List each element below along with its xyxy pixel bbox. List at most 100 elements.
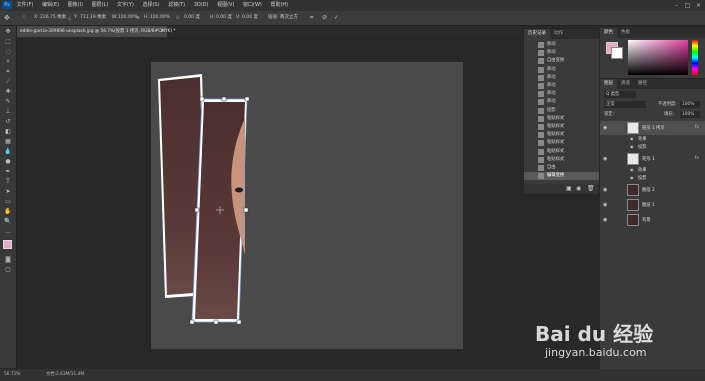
fill-field[interactable]: 100%: [680, 111, 700, 118]
color-field[interactable]: [628, 40, 688, 75]
layers-panel-tabs: 图层 通道 路径: [600, 79, 705, 89]
history-state-icon: [538, 74, 544, 81]
transform-handle-b[interactable]: [213, 319, 219, 325]
history-item-label: 移动: [547, 50, 556, 56]
history-item-label: 移动: [547, 66, 556, 72]
transform-handle-t[interactable]: [221, 96, 227, 102]
history-item-label: 编辑变换: [547, 173, 565, 179]
tab-history[interactable]: 历史记录: [524, 29, 550, 39]
new-snapshot-icon[interactable]: ◉: [576, 185, 581, 192]
visibility-eye-icon[interactable]: ◉: [603, 202, 607, 208]
layer-thumbnail: [627, 214, 639, 226]
history-item[interactable]: 粘贴样式: [524, 131, 599, 139]
transform-handle-tl[interactable]: [199, 96, 205, 102]
layer-row[interactable]: ◉ 图层 2: [600, 183, 705, 197]
layer-row[interactable]: ◉ 背景: [600, 213, 705, 227]
history-item[interactable]: 粘贴样式: [524, 148, 599, 156]
color-panel: 颜色 色板: [600, 28, 705, 78]
history-item[interactable]: 移动: [524, 49, 599, 57]
history-item[interactable]: 移动: [524, 82, 599, 90]
transform-handle-l[interactable]: [194, 207, 200, 213]
opacity-field[interactable]: 100%: [680, 101, 700, 108]
document-size-info[interactable]: 文档:2.63M/11.4M: [46, 369, 84, 381]
hue-slider[interactable]: [692, 40, 698, 75]
layer-effect-row[interactable]: ◉ 投影: [600, 144, 705, 151]
layer-effect-row[interactable]: ◉ 投影: [600, 175, 705, 182]
history-item[interactable]: 自由变换: [524, 57, 599, 65]
history-item-label: 自由: [547, 165, 556, 170]
history-item[interactable]: 移动: [524, 66, 599, 74]
transform-handle-r[interactable]: [243, 207, 249, 213]
tab-color[interactable]: 颜色: [600, 28, 617, 38]
layer-name: 矩形 1 拷贝: [642, 126, 665, 131]
history-item-label: 移动: [547, 83, 556, 88]
history-item[interactable]: 粘贴样式: [524, 156, 599, 164]
history-item[interactable]: 粘贴样式: [524, 123, 599, 131]
lock-label: 锁定:: [604, 112, 615, 117]
opacity-label: 不透明度:: [658, 102, 677, 107]
history-item[interactable]: 粘贴样式: [524, 115, 599, 123]
layer-fx-icon[interactable]: fx: [695, 125, 699, 130]
visibility-eye-icon[interactable]: ◉: [603, 125, 607, 131]
history-item[interactable]: 移动: [524, 74, 599, 82]
layer-row[interactable]: ◉ 图层 1: [600, 198, 705, 212]
transform-handle-tr[interactable]: [244, 96, 250, 102]
transform-handle-bl[interactable]: [189, 319, 195, 325]
history-item[interactable]: 移动: [524, 90, 599, 98]
effect-eye-icon[interactable]: ◉: [630, 144, 634, 149]
history-item[interactable]: 投影: [524, 107, 599, 115]
history-state-icon: [538, 115, 544, 122]
tab-layers[interactable]: 图层: [600, 79, 617, 89]
visibility-eye-icon[interactable]: ◉: [603, 156, 607, 162]
delete-state-icon[interactable]: 🗑: [587, 185, 595, 192]
history-state-icon: [538, 132, 544, 139]
effect-eye-icon[interactable]: ◉: [630, 136, 634, 141]
history-state-icon: [538, 173, 544, 180]
layer-fx-icon[interactable]: fx: [695, 156, 699, 161]
tab-swatches[interactable]: 色板: [617, 28, 634, 38]
layer-thumbnail: [627, 122, 639, 134]
history-item[interactable]: 编辑变换: [524, 172, 599, 181]
history-panel-tabs: 历史记录 动作: [524, 29, 599, 39]
layer-effect-row[interactable]: ◉ 效果: [600, 136, 705, 143]
history-item-label: 投影: [547, 107, 556, 113]
history-state-icon: [538, 91, 544, 98]
effect-eye-icon[interactable]: ◉: [630, 167, 634, 172]
transform-handle-br[interactable]: [236, 319, 242, 325]
layer-row[interactable]: ◉ 矩形 1 拷贝 fx: [600, 121, 705, 135]
history-state-icon: [538, 58, 544, 65]
layer-thumbnail: [627, 184, 639, 196]
history-state-icon: [538, 107, 544, 114]
layer-row[interactable]: ◉ 矩形 1 fx: [600, 152, 705, 166]
history-state-icon: [538, 83, 544, 89]
history-item-label: 移动: [547, 74, 556, 80]
layer-name: 背景: [642, 218, 651, 223]
history-state-icon: [538, 66, 544, 73]
history-item-label: 粘贴样式: [547, 148, 565, 154]
effect-name: 投影: [638, 145, 647, 150]
layer-thumbnail: [627, 153, 639, 165]
history-state-icon: [538, 165, 544, 171]
tab-paths[interactable]: 路径: [634, 79, 651, 89]
visibility-eye-icon[interactable]: ◉: [603, 187, 607, 193]
layer-effect-row[interactable]: ◉ 效果: [600, 167, 705, 174]
history-state-icon: [538, 148, 544, 155]
history-item[interactable]: 移动: [524, 98, 599, 106]
history-item[interactable]: 移动: [524, 41, 599, 49]
new-document-from-state-icon[interactable]: ▣: [566, 185, 572, 192]
tab-channels[interactable]: 通道: [617, 79, 634, 89]
history-item[interactable]: 粘贴样式: [524, 139, 599, 147]
history-item-label: 粘贴样式: [547, 156, 565, 162]
tab-actions[interactable]: 动作: [550, 29, 567, 39]
blend-mode-select[interactable]: 正常: [604, 101, 646, 108]
history-item-label: 粘贴样式: [547, 132, 565, 138]
visibility-eye-icon[interactable]: ◉: [603, 217, 607, 223]
effect-eye-icon[interactable]: ◉: [630, 175, 634, 180]
history-state-icon: [538, 156, 544, 163]
baidu-watermark-logo: Bai du 经验: [535, 322, 654, 346]
zoom-level[interactable]: 56.71%: [4, 369, 20, 381]
history-panel: 历史记录 动作 移动 移动 自由变换 移动 移动 移动 移动 移动 投影 粘贴样式 粘贴样式 粘贴样式粘…: [523, 28, 600, 195]
panel-background-swatch[interactable]: [611, 47, 623, 59]
history-item[interactable]: 自由: [524, 164, 599, 172]
layer-filter-select[interactable]: Q 类型: [604, 91, 636, 98]
